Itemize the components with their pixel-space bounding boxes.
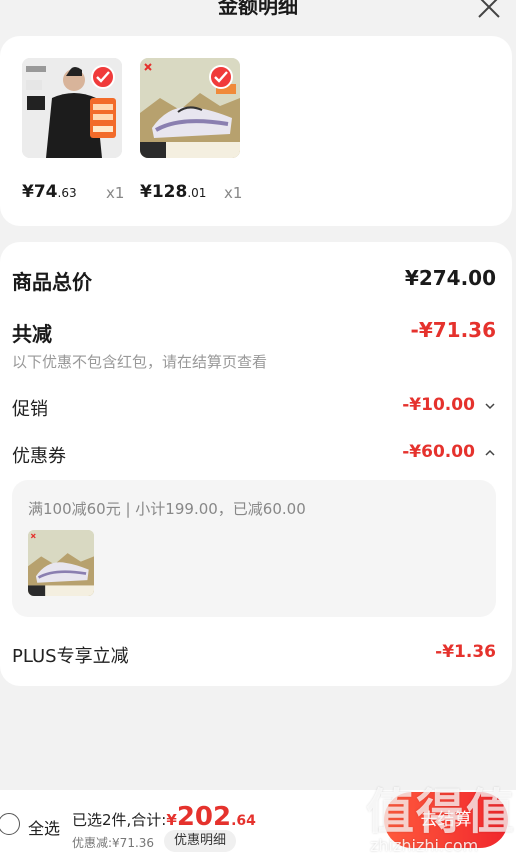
price-details: 商品总价 ¥274.00 共减 -¥71.36 以下优惠不包含红包，请在结算页查…	[0, 242, 512, 686]
selected-count-text: 已选2件,合计:	[72, 811, 167, 829]
goods-total-label: 商品总价	[12, 270, 92, 294]
discount-note: 以下优惠不包含红包，请在结算页查看	[12, 353, 268, 371]
product-item[interactable]: ¥74.63 x1	[22, 58, 124, 202]
total-discount-value: -¥71.36	[410, 318, 496, 342]
select-all-radio[interactable]	[0, 813, 20, 835]
chevron-up-icon[interactable]	[484, 449, 496, 457]
discount-detail-button[interactable]: 优惠明细	[164, 830, 237, 852]
header: 金额明细	[0, 0, 516, 26]
product-price: ¥74.63	[22, 182, 77, 202]
plus-discount-label: PLUS专享立减	[12, 646, 129, 667]
coupon-detail-text: 满100减60元 | 小计199.00，已减60.00	[28, 500, 306, 518]
coupon-detail-panel: 满100减60元 | 小计199.00，已减60.00	[12, 480, 496, 617]
selected-summary: 已选2件,合计:¥202.64	[72, 802, 256, 832]
checkout-button[interactable]: 去结算	[384, 792, 508, 848]
product-list: ¥74.63 x1 ¥128.01 x1	[0, 36, 512, 226]
page-title: 金额明细	[218, 0, 298, 18]
product-image-jacket[interactable]	[22, 58, 122, 158]
plus-discount-value: -¥1.36	[435, 642, 496, 662]
coupon-label: 优惠券	[12, 446, 66, 467]
select-all-label[interactable]: 全选	[28, 815, 60, 839]
product-price: ¥128.01	[140, 182, 207, 202]
discount-summary: 优惠减:¥71.36	[72, 836, 155, 850]
product-quantity: x1	[224, 184, 243, 202]
goods-total-value: ¥274.00	[404, 266, 496, 290]
checkout-bar: 全选 已选2件,合计:¥202.64 优惠减:¥71.36 优惠明细 去结算	[0, 790, 516, 861]
product-item[interactable]: ¥128.01 x1	[140, 58, 242, 202]
coupon-value: -¥60.00	[402, 442, 475, 462]
chevron-down-icon[interactable]	[484, 402, 496, 410]
promo-value: -¥10.00	[402, 395, 475, 415]
selected-check-icon[interactable]	[91, 65, 115, 89]
product-quantity: x1	[106, 184, 125, 202]
product-image-sneaker[interactable]	[140, 58, 240, 158]
coupon-product-image	[28, 530, 94, 596]
close-icon[interactable]	[476, 0, 502, 20]
total-amount: ¥202.64	[166, 802, 256, 832]
promo-value-wrap[interactable]: -¥10.00	[402, 395, 496, 415]
sneaker-image	[28, 530, 94, 596]
total-discount-label: 共减	[12, 322, 52, 346]
promo-label: 促销	[12, 399, 48, 420]
selected-check-icon[interactable]	[209, 65, 233, 89]
coupon-value-wrap[interactable]: -¥60.00	[402, 442, 496, 462]
